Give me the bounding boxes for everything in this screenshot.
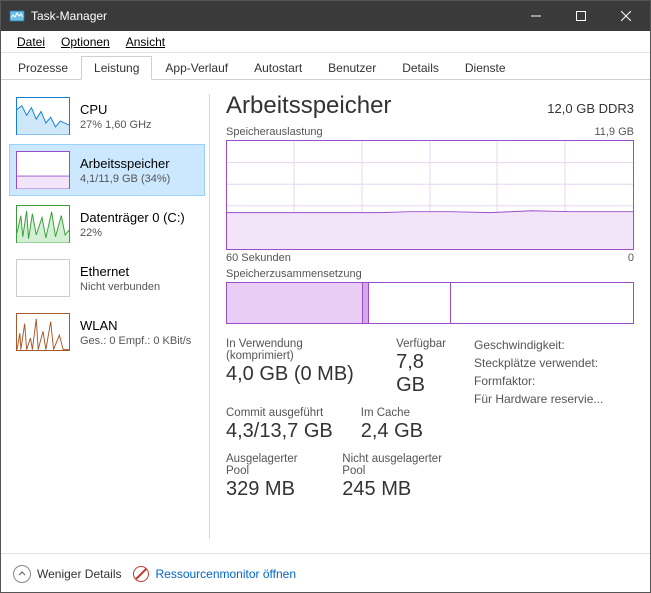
sidebar-item-sub: Nicht verbunden [80,281,160,293]
window-title: Task-Manager [31,9,513,23]
tab-services[interactable]: Dienste [452,56,519,80]
tab-details[interactable]: Details [389,56,452,80]
memory-usage-graph[interactable] [226,140,634,250]
performance-content: CPU 27% 1,60 GHz Arbeitsspeicher 4,1/11,… [1,80,650,553]
comp-in-use [227,283,363,323]
stat-reserved-label: Für Hardware reservie... [474,392,634,406]
sidebar-item-label: Ethernet [80,264,160,279]
stat-available-label: Verfügbar [396,338,456,350]
chevron-up-icon [13,565,31,583]
footer-bar: Weniger Details Ressourcenmonitor öffnen [1,553,650,593]
menu-bar: Datei Optionen Ansicht [1,31,650,53]
cpu-thumbnail-icon [16,97,70,135]
sidebar-item-label: WLAN [80,318,191,333]
stat-commit-label: Commit ausgeführt [226,407,333,419]
menu-file[interactable]: Datei [9,33,53,51]
ethernet-thumbnail-icon [16,259,70,297]
graph-label-right: 11,9 GB [594,126,634,138]
sidebar-item-label: CPU [80,102,152,117]
menu-view[interactable]: Ansicht [118,33,173,51]
sidebar-item-memory[interactable]: Arbeitsspeicher 4,1/11,9 GB (34%) [9,144,205,196]
stat-commit-value: 4,3/13,7 GB [226,420,333,443]
sidebar-item-sub: 4,1/11,9 GB (34%) [80,173,170,185]
stat-cached-value: 2,4 GB [361,420,423,443]
menu-options[interactable]: Optionen [53,33,118,51]
open-resource-monitor-link[interactable]: Ressourcenmonitor öffnen [155,567,296,581]
tab-app-history[interactable]: App-Verlauf [152,56,241,80]
fewer-details-button[interactable]: Weniger Details [13,565,121,583]
resource-monitor-icon [133,566,149,582]
stat-speed-label: Geschwindigkeit: [474,338,634,352]
wlan-thumbnail-icon [16,313,70,351]
memory-composition-graph[interactable] [226,282,634,324]
stat-available-value: 7,8 GB [396,351,456,397]
stat-form-label: Formfaktor: [474,374,634,388]
close-button[interactable] [603,1,648,31]
sidebar-item-ethernet[interactable]: Ethernet Nicht verbunden [9,252,205,304]
composition-label: Speicherzusammensetzung [226,268,362,280]
page-title: Arbeitsspeicher [226,92,391,120]
performance-sidebar: CPU 27% 1,60 GHz Arbeitsspeicher 4,1/11,… [1,80,209,553]
app-icon [9,8,25,24]
comp-free [451,283,633,323]
graph-label-left: Speicherauslastung [226,126,323,138]
maximize-button[interactable] [558,1,603,31]
tab-processes[interactable]: Prozesse [5,56,81,80]
sidebar-item-wlan[interactable]: WLAN Ges.: 0 Empf.: 0 KBit/s [9,306,205,358]
stat-in-use-value: 4,0 GB (0 MB) [226,363,368,386]
tab-users[interactable]: Benutzer [315,56,389,80]
comp-standby [369,283,451,323]
window-controls [513,1,648,31]
sidebar-item-sub: 27% 1,60 GHz [80,119,152,131]
tab-strip: Prozesse Leistung App-Verlauf Autostart … [1,53,650,80]
sidebar-item-sub: Ges.: 0 Empf.: 0 KBit/s [80,335,191,347]
stat-nonpaged-value: 245 MB [342,478,456,501]
open-resource-monitor[interactable]: Ressourcenmonitor öffnen [133,566,296,582]
title-bar: Task-Manager [1,1,650,31]
stat-paged-label: Ausgelagerter Pool [226,453,314,477]
memory-capacity: 12,0 GB DDR3 [547,101,634,116]
sidebar-item-label: Datenträger 0 (C:) [80,210,185,225]
tab-startup[interactable]: Autostart [241,56,315,80]
axis-right: 0 [628,252,634,264]
memory-thumbnail-icon [16,151,70,189]
sidebar-item-disk[interactable]: Datenträger 0 (C:) 22% [9,198,205,250]
stat-cached-label: Im Cache [361,407,423,419]
sidebar-item-label: Arbeitsspeicher [80,156,170,171]
minimize-button[interactable] [513,1,558,31]
stat-nonpaged-label: Nicht ausgelagerter Pool [342,453,456,477]
fewer-details-label: Weniger Details [37,567,121,581]
disk-thumbnail-icon [16,205,70,243]
stat-paged-value: 329 MB [226,478,314,501]
stat-slots-label: Steckplätze verwendet: [474,356,634,370]
sidebar-item-sub: 22% [80,227,185,239]
sidebar-item-cpu[interactable]: CPU 27% 1,60 GHz [9,90,205,142]
tab-performance[interactable]: Leistung [81,56,152,80]
stat-in-use-label: In Verwendung (komprimiert) [226,338,368,362]
axis-left: 60 Sekunden [226,252,291,264]
memory-detail-panel: Arbeitsspeicher 12,0 GB DDR3 Speicheraus… [210,80,650,553]
